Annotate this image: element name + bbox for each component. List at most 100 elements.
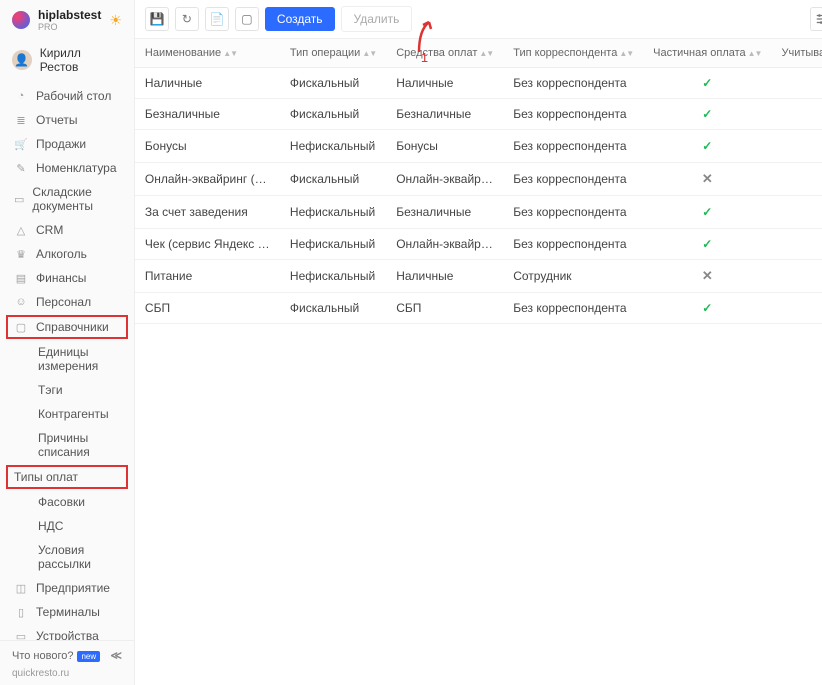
sidebar-item-8[interactable]: ☺Персонал — [0, 290, 134, 314]
check-icon: ✓ — [702, 205, 712, 219]
sidebar-item-15[interactable]: Фасовки — [0, 490, 134, 514]
cell: Сотрудник — [503, 260, 643, 293]
nav-label: Терминалы — [36, 605, 100, 619]
table-row[interactable]: БонусыНефискальныйБонусыБез корреспонден… — [135, 130, 822, 163]
nav-label: CRM — [36, 223, 63, 237]
cell: Наличные — [135, 68, 280, 99]
cross-icon: ✕ — [702, 171, 713, 186]
cross-icon: ✕ — [702, 268, 713, 283]
nav-label: Отчеты — [36, 113, 77, 127]
cell: СБП — [386, 293, 503, 324]
nav-icon: ◔ — [14, 89, 28, 103]
payment-types-table: Наименование▲▼Тип операции▲▼Средства опл… — [135, 39, 822, 324]
new-badge: new — [77, 651, 100, 662]
nav-icon: △ — [14, 223, 28, 237]
table-row[interactable]: СБПФискальныйСБПБез корреспондента✓✓ — [135, 293, 822, 324]
cell: Безналичные — [386, 99, 503, 130]
table-row[interactable]: ПитаниеНефискальныйНаличныеСотрудник✕✕ — [135, 260, 822, 293]
cell: Нефискальный — [280, 196, 386, 229]
sort-icon: ▲▼ — [362, 49, 376, 58]
sidebar-item-17[interactable]: Условия рассылки — [0, 538, 134, 576]
cell: Без корреспондента — [503, 196, 643, 229]
sidebar-item-4[interactable]: ▭Складские документы — [0, 180, 134, 218]
table-row[interactable]: За счет заведенияНефискальныйБезналичные… — [135, 196, 822, 229]
sidebar-item-12[interactable]: Контрагенты — [0, 402, 134, 426]
sidebar-item-18[interactable]: ◫Предприятие — [0, 576, 134, 600]
cell: Фискальный — [280, 293, 386, 324]
sidebar-item-7[interactable]: ▤Финансы — [0, 266, 134, 290]
sidebar: hiplabstest PRO ☀ 👤 Кирилл Рестов ◔Рабоч… — [0, 0, 135, 685]
cell: Фискальный — [280, 163, 386, 196]
sidebar-item-2[interactable]: 🛒Продажи — [0, 132, 134, 156]
brand-name: hiplabstest — [38, 8, 101, 22]
table-row[interactable]: НаличныеФискальныйНаличныеБез корреспонд… — [135, 68, 822, 99]
domain-text: quickresto.ru — [12, 668, 122, 679]
sort-icon: ▲▼ — [748, 49, 762, 58]
column-header[interactable]: Тип операции▲▼ — [280, 39, 386, 68]
nav-label: Номенклатура — [36, 161, 117, 175]
cell: Онлайн-эквайринг (предзаказы) — [135, 163, 280, 196]
sidebar-item-1[interactable]: ≣ Отчеты — [0, 108, 134, 132]
nav-icon: ☺ — [14, 295, 28, 309]
column-header[interactable]: Частичная оплата▲▼ — [643, 39, 771, 68]
cell: Наличные — [386, 68, 503, 99]
cell: Безналичные — [135, 99, 280, 130]
column-header[interactable]: Учитывать в выручке▲▼ — [771, 39, 822, 68]
nav-icon: ✎ — [14, 161, 28, 175]
nav-label: Причины списания — [38, 431, 120, 459]
nav-icon: ▭ — [14, 629, 28, 640]
save-icon-button[interactable]: 💾 — [145, 7, 169, 31]
brand-subtitle: PRO — [38, 22, 101, 32]
sidebar-item-19[interactable]: ▯Терминалы — [0, 600, 134, 624]
column-header[interactable]: Тип корреспондента▲▼ — [503, 39, 643, 68]
sidebar-item-9[interactable]: ▢Справочники — [6, 315, 128, 339]
collapse-sidebar-button[interactable]: ≪ — [110, 649, 122, 662]
sidebar-item-10[interactable]: Единицы измерения — [0, 340, 134, 378]
nav-icon: ≣ — [14, 113, 28, 127]
table-row[interactable]: Онлайн-эквайринг (предзаказы)ФискальныйО… — [135, 163, 822, 196]
sidebar-item-16[interactable]: НДС — [0, 514, 134, 538]
sidebar-item-20[interactable]: ▭Устройства — [0, 624, 134, 640]
check-icon: ✓ — [702, 107, 712, 121]
main: 💾 ↻ 📄 ▢ Создать Удалить ? Онлайн-чат Наи… — [135, 0, 822, 685]
cell: Онлайн-эквайринг… — [386, 163, 503, 196]
sidebar-item-11[interactable]: Тэги — [0, 378, 134, 402]
check-icon: ✓ — [702, 139, 712, 153]
sidebar-item-5[interactable]: △ CRM — [0, 218, 134, 242]
user-row[interactable]: 👤 Кирилл Рестов — [0, 40, 134, 84]
nav-label: Типы оплат — [14, 470, 78, 484]
column-header[interactable]: Средства оплат▲▼ — [386, 39, 503, 68]
table-row[interactable]: Чек (сервис Яндекс Еды)НефискальныйОнлай… — [135, 229, 822, 260]
cell: Фискальный — [280, 99, 386, 130]
sort-icon: ▲▼ — [223, 49, 237, 58]
delete-button[interactable]: Удалить — [341, 6, 413, 32]
cell: Нефискальный — [280, 229, 386, 260]
copy-icon-button[interactable]: 📄 — [205, 7, 229, 31]
cell: Без корреспондента — [503, 99, 643, 130]
cell: Питание — [135, 260, 280, 293]
sidebar-item-6[interactable]: ♛Алкоголь — [0, 242, 134, 266]
toolbar: 💾 ↻ 📄 ▢ Создать Удалить ? Онлайн-чат — [135, 0, 822, 39]
whats-new-link[interactable]: Что нового?new — [12, 650, 100, 662]
sidebar-item-3[interactable]: ✎ Номенклатура — [0, 156, 134, 180]
settings-sliders-icon[interactable] — [810, 7, 822, 31]
create-button[interactable]: Создать — [265, 7, 335, 31]
screen-icon-button[interactable]: ▢ — [235, 7, 259, 31]
column-header[interactable]: Наименование▲▼ — [135, 39, 280, 68]
nav-icon: 🛒 — [14, 137, 28, 151]
sidebar-item-14[interactable]: Типы оплат — [6, 465, 128, 489]
sidebar-item-13[interactable]: Причины списания — [0, 426, 134, 464]
sidebar-footer: Что нового?new ≪ quickresto.ru — [0, 640, 134, 685]
annotation-number: 1 — [421, 50, 428, 65]
cell: Без корреспондента — [503, 163, 643, 196]
table-row[interactable]: БезналичныеФискальныйБезналичныеБез корр… — [135, 99, 822, 130]
table-body: НаличныеФискальныйНаличныеБез корреспонд… — [135, 68, 822, 324]
table-wrap: Наименование▲▼Тип операции▲▼Средства опл… — [135, 39, 822, 685]
refresh-icon-button[interactable]: ↻ — [175, 7, 199, 31]
theme-toggle-icon[interactable]: ☀ — [109, 12, 122, 29]
nav-label: Условия рассылки — [38, 543, 120, 571]
check-icon: ✓ — [702, 237, 712, 251]
sidebar-item-0[interactable]: ◔Рабочий стол — [0, 84, 134, 108]
cell: За счет заведения — [135, 196, 280, 229]
table-header-row: Наименование▲▼Тип операции▲▼Средства опл… — [135, 39, 822, 68]
